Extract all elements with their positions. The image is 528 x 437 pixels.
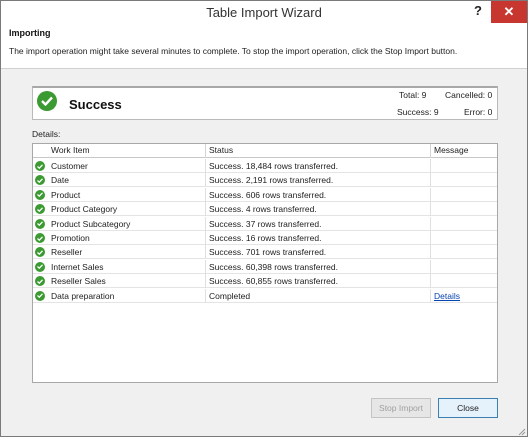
table-header: Work Item Status Message [33,144,497,158]
work-item-cell: Reseller [51,247,83,258]
table-row[interactable]: Reseller Sales Success. 60,855 rows trans… [33,274,497,289]
window-close-button[interactable]: ✕ [491,1,527,23]
check-circle-icon [35,204,45,215]
work-item-cell: Internet Sales [51,261,104,272]
status-cell: Completed [209,290,251,301]
status-cell: Success. 4 rows transferred. [209,204,317,215]
close-button[interactable]: Close [438,398,498,418]
check-circle-icon [37,91,57,111]
table-row[interactable]: Internet Sales Success. 60,398 rows trans… [33,259,497,274]
stop-import-button[interactable]: Stop Import [371,398,431,418]
check-circle-icon [35,290,45,301]
column-header-work-item[interactable]: Work Item [51,145,90,155]
table-row[interactable]: Product Category Success. 4 rows transfer… [33,202,497,217]
details-label: Details: [32,129,61,139]
details-link[interactable]: Details [434,291,460,301]
table-row[interactable]: Data preparation Completed Details [33,288,497,303]
window-title: Table Import Wizard [206,5,322,20]
check-circle-icon [35,233,45,243]
table-row[interactable]: Promotion Success. 16 rows transferred. [33,231,497,245]
check-circle-icon [35,175,45,186]
cancelled-count: Cancelled: 0 [445,90,493,100]
page-description: The import operation might take several … [9,46,458,56]
resize-grip-icon[interactable] [516,426,526,436]
check-circle-icon [35,247,45,258]
work-item-cell: Product Category [51,204,118,215]
status-cell: Success. 701 rows transferred. [209,247,327,258]
status-cell: Success. 60,398 rows transferred. [209,261,338,272]
status-cell: Success. 60,855 rows transferred. [209,276,338,287]
work-item-cell: Customer [51,161,88,171]
success-count: Success: 9 [397,107,439,117]
table-import-wizard-window: Table Import Wizard ? ✕ Importing The im… [0,0,528,437]
table-row[interactable]: Product Success. 606 rows transferred. [33,187,497,202]
status-cell: Success. 606 rows transferred. [209,189,327,200]
check-circle-icon [35,276,45,287]
work-item-cell: Reseller Sales [51,276,106,287]
table-row[interactable]: Product Subcategory Success. 37 rows tran… [33,216,497,231]
work-item-cell: Date [51,175,69,186]
error-count: Error: 0 [464,107,493,117]
summary-panel: Success Total: 9 Cancelled: 0 Success: 9… [32,86,498,120]
page-title: Importing [9,28,51,38]
work-item-cell: Product Subcategory [51,218,131,229]
status-cell: Success. 2,191 rows transferred. [209,175,334,186]
header-panel: Importing The import operation might tak… [1,25,527,69]
work-item-cell: Promotion [51,233,90,243]
details-table: Work Item Status Message Customer Success… [32,143,498,383]
help-button[interactable]: ? [465,1,491,23]
check-circle-icon [35,189,45,200]
column-header-status[interactable]: Status [209,145,233,155]
column-header-message[interactable]: Message [434,145,469,155]
table-row[interactable]: Customer Success. 18,484 rows transferred… [33,159,497,173]
table-row[interactable]: Date Success. 2,191 rows transferred. [33,173,497,188]
status-cell: Success. 16 rows transferred. [209,233,322,243]
check-circle-icon [35,218,45,229]
total-count: Total: 9 [399,90,427,100]
title-bar: Table Import Wizard ? ✕ [1,1,527,25]
status-cell: Success. 18,484 rows transferred. [209,161,338,171]
table-row[interactable]: Reseller Success. 701 rows transferred. [33,245,497,260]
summary-status: Success [69,97,122,112]
status-cell: Success. 37 rows transferred. [209,218,322,229]
check-circle-icon [35,261,45,272]
check-circle-icon [35,161,45,171]
work-item-cell: Data preparation [51,290,115,301]
work-item-cell: Product [51,189,81,200]
